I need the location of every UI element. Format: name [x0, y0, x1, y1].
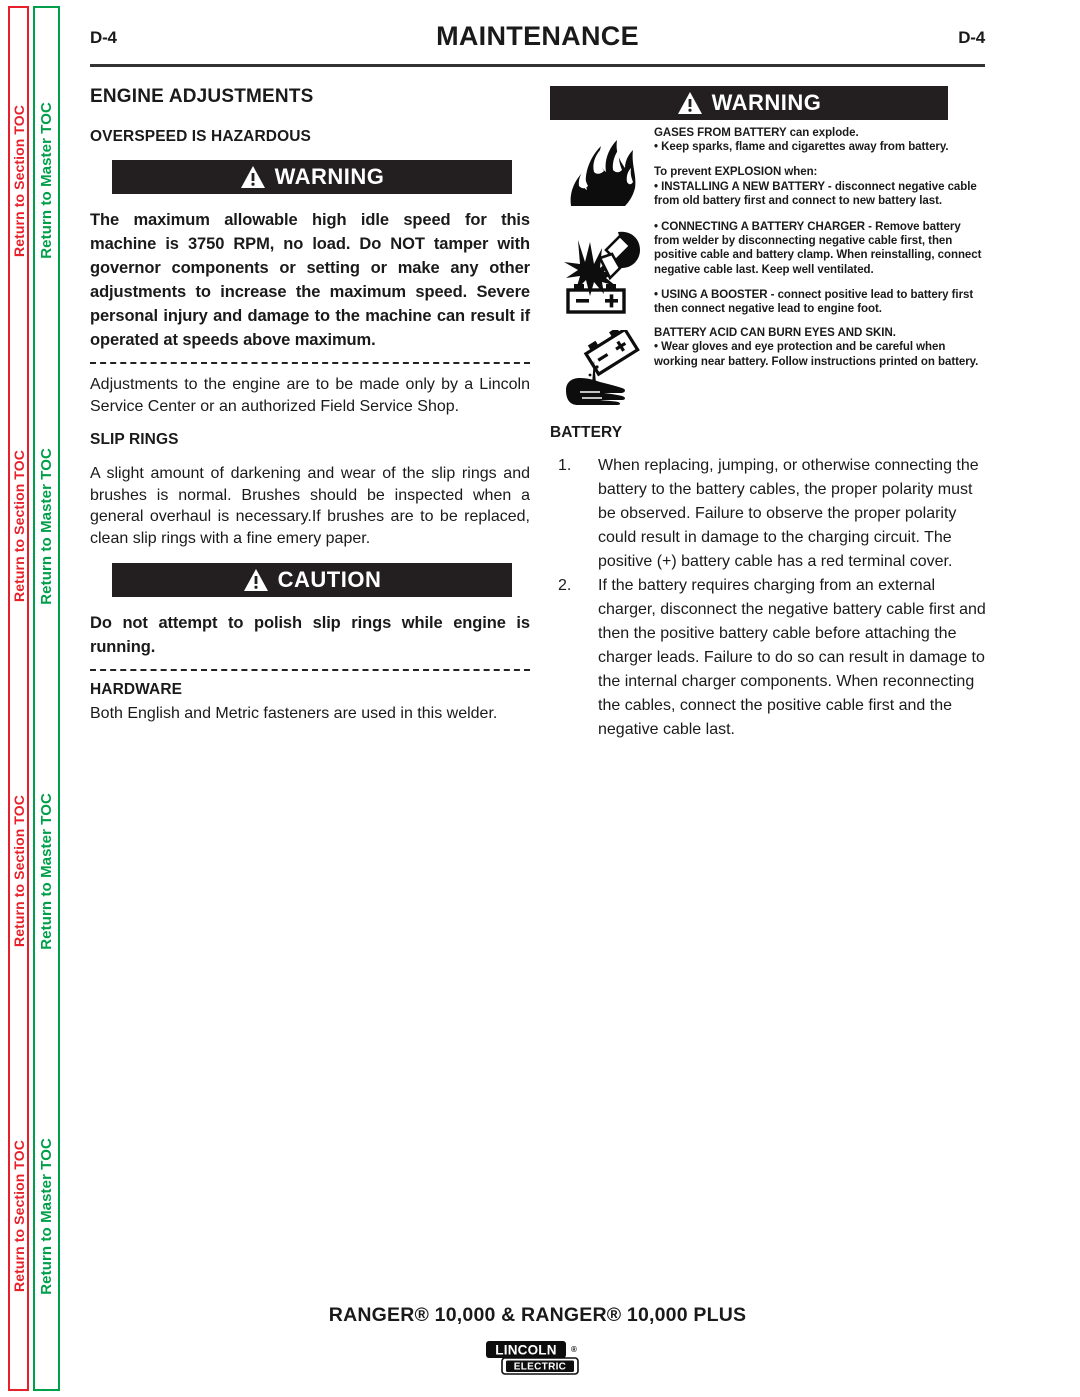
warning-text-cell: GASES FROM BATTERY can explode. • Keep s…	[654, 126, 990, 208]
warning-icon-cell	[550, 326, 654, 406]
section-heading-engine-adjustments: ENGINE ADJUSTMENTS	[90, 86, 314, 107]
warning-triangle-icon	[240, 166, 265, 188]
right-column: WARNING GASES FROM BATTERY can explode. …	[550, 86, 990, 742]
content-columns: ENGINE ADJUSTMENTS OVERSPEED IS HAZARDOU…	[90, 86, 990, 742]
warning-divider-dashed	[90, 362, 530, 364]
left-column: ENGINE ADJUSTMENTS OVERSPEED IS HAZARDOU…	[90, 86, 530, 742]
sidebar-item-master-toc-label[interactable]: Return to Master TOC	[38, 793, 55, 950]
paragraph-engine-adjustment-note: Adjustments to the engine are to be made…	[90, 376, 530, 415]
sidebar-return-to-master-toc-rail[interactable]: Return to Master TOC Return to Master TO…	[33, 6, 60, 1391]
svg-text:LINCOLN: LINCOLN	[495, 1342, 556, 1357]
sidebar-item-master-toc-label[interactable]: Return to Master TOC	[38, 1138, 55, 1295]
list-item-text: When replacing, jumping, or otherwise co…	[598, 457, 979, 571]
battery-explosion-flame-icon	[570, 140, 636, 206]
paragraph-hardware: Both English and Metric fasteners are us…	[90, 705, 498, 722]
battery-acid-hand-burn-icon	[566, 330, 640, 406]
lincoln-electric-logo-icon: LINCOLN ® ELECTRIC	[485, 1341, 579, 1375]
header-divider	[90, 64, 985, 67]
caution-divider-dashed	[90, 669, 530, 671]
subheading-hardware: HARDWARE	[90, 681, 183, 698]
warning-paragraph: To prevent EXPLOSION when: • INSTALLING …	[654, 166, 977, 207]
battery-numbered-list: 1. When replacing, jumping, or otherwise…	[550, 454, 990, 742]
list-item: 2. If the battery requires charging from…	[550, 574, 990, 742]
warning-icon-cell	[550, 126, 654, 210]
warning-banner-overspeed: WARNING	[112, 160, 512, 194]
list-item-number: 1.	[558, 457, 572, 475]
lincoln-electric-logo: LINCOLN ® ELECTRIC	[90, 1339, 985, 1379]
page-number-right: D-4	[958, 28, 985, 47]
warning-text-cell: BATTERY ACID CAN BURN EYES AND SKIN. • W…	[654, 326, 990, 369]
warning-row-gases-explode: GASES FROM BATTERY can explode. • Keep s…	[550, 126, 990, 210]
warning-paragraph: • CONNECTING A BATTERY CHARGER - Remove …	[654, 221, 982, 276]
svg-text:ELECTRIC: ELECTRIC	[513, 1362, 565, 1373]
caution-banner-slip-rings: CAUTION	[112, 563, 512, 597]
warning-banner-label: WARNING	[274, 164, 385, 189]
warning-triangle-icon	[677, 92, 702, 114]
subheading-battery: BATTERY	[550, 424, 623, 442]
warning-banner-label: WARNING	[711, 90, 822, 115]
page-title: MAINTENANCE	[436, 21, 639, 51]
page-header: D-4 MAINTENANCE D-4	[90, 20, 985, 67]
sidebar-return-to-section-toc-rail[interactable]: Return to Section TOC Return to Section …	[8, 6, 29, 1391]
warning-banner-battery: WARNING	[550, 86, 948, 120]
paragraph-slip-rings: A slight amount of darkening and wear of…	[90, 465, 530, 547]
caution-banner-label: CAUTION	[277, 567, 382, 592]
subheading-overspeed-is-hazardous: OVERSPEED IS HAZARDOUS	[90, 128, 311, 145]
sidebar-item-section-toc-label[interactable]: Return to Section TOC	[11, 795, 27, 947]
warning-row-battery-charger: • CONNECTING A BATTERY CHARGER - Remove …	[550, 220, 990, 316]
warning-text-cell: • CONNECTING A BATTERY CHARGER - Remove …	[654, 220, 990, 316]
document-page: D-4 MAINTENANCE D-4 ENGINE ADJUSTMENTS O…	[90, 0, 1080, 1397]
footer-product-title: RANGER® 10,000 & RANGER® 10,000 PLUS	[328, 1304, 747, 1326]
warning-icon-cell	[550, 220, 654, 316]
svg-text:®: ®	[571, 1345, 577, 1354]
list-item-number: 2.	[558, 577, 572, 595]
subheading-slip-rings: SLIP RINGS	[90, 431, 179, 448]
list-item: 1. When replacing, jumping, or otherwise…	[550, 454, 990, 574]
sidebar-item-section-toc-label[interactable]: Return to Section TOC	[11, 105, 27, 257]
list-item-text: If the battery requires charging from an…	[598, 577, 986, 739]
warning-paragraph: • USING A BOOSTER - connect positive lea…	[654, 288, 974, 316]
warning-paragraph: BATTERY ACID CAN BURN EYES AND SKIN. • W…	[654, 327, 979, 368]
page-footer: RANGER® 10,000 & RANGER® 10,000 PLUS LIN…	[90, 1304, 985, 1379]
page-number-left: D-4	[90, 28, 117, 47]
battery-spark-blast-icon	[564, 231, 640, 314]
sidebar-item-section-toc-label[interactable]: Return to Section TOC	[11, 1140, 27, 1292]
warning-rows: GASES FROM BATTERY can explode. • Keep s…	[550, 126, 990, 406]
sidebar-item-section-toc-label[interactable]: Return to Section TOC	[11, 450, 27, 602]
sidebar-item-master-toc-label[interactable]: Return to Master TOC	[38, 448, 55, 605]
warning-row-battery-acid: BATTERY ACID CAN BURN EYES AND SKIN. • W…	[550, 326, 990, 406]
caution-body-slip-rings: Do not attempt to polish slip rings whil…	[90, 614, 530, 656]
warning-body-overspeed: The maximum allowable high idle speed fo…	[90, 211, 530, 349]
sidebar-item-master-toc-label[interactable]: Return to Master TOC	[38, 102, 55, 259]
warning-paragraph: GASES FROM BATTERY can explode. • Keep s…	[654, 127, 949, 154]
warning-triangle-icon	[243, 569, 268, 591]
battery-warning-panel: WARNING GASES FROM BATTERY can explode. …	[550, 86, 990, 406]
